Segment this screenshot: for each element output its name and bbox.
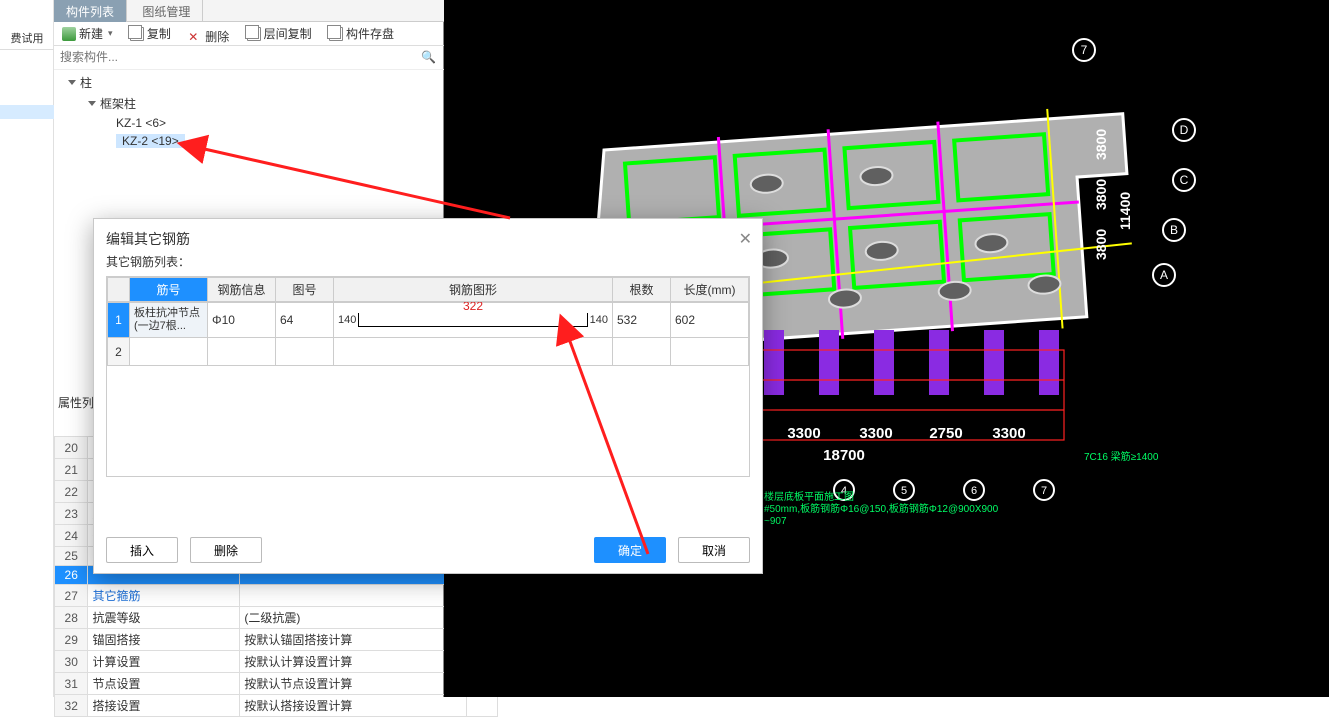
svg-text:11400: 11400 (1117, 192, 1133, 230)
property-row[interactable]: 28抗震等级(二级抗震) (55, 607, 498, 629)
far-left-strip: 费试用 (0, 0, 54, 697)
tree-node-column[interactable]: 柱 (62, 72, 436, 93)
delete-icon: ✕ (188, 30, 202, 44)
svg-text:A: A (1160, 268, 1168, 282)
new-button[interactable]: 新建▾ (58, 25, 117, 42)
property-row[interactable]: 27其它箍筋 (55, 585, 498, 607)
new-icon (62, 27, 76, 41)
col-rebar-info[interactable]: 钢筋信息 (208, 278, 276, 302)
svg-text:~907: ~907 (764, 516, 787, 527)
save-component-button[interactable]: 构件存盘 (325, 25, 398, 42)
copy-button[interactable]: 复制 (126, 25, 175, 42)
svg-text:#50mm,板筋钢筋Φ16@150,板筋钢筋Φ12@900X: #50mm,板筋钢筋Φ16@150,板筋钢筋Φ12@900X900 (764, 502, 999, 515)
svg-text:7: 7 (1081, 43, 1088, 57)
svg-text:3300: 3300 (787, 425, 820, 442)
edit-other-rebar-dialog: 编辑其它钢筋 ✕ 其它钢筋列表： 筋号 钢筋信息 图号 钢筋图形 根数 长度(m… (93, 218, 763, 574)
svg-text:3300: 3300 (859, 425, 892, 442)
panel-tabs: 构件列表 图纸管理 (54, 0, 444, 22)
rebar-row[interactable]: 2 (108, 338, 749, 366)
layer-copy-button[interactable]: 层间复制 (243, 25, 316, 42)
rebar-grid: 筋号 钢筋信息 图号 钢筋图形 根数 长度(mm) 1 板柱抗冲节点 (一边7根… (106, 276, 750, 477)
dialog-title: 编辑其它钢筋 (94, 219, 762, 253)
cell-length[interactable]: 602 (671, 303, 749, 338)
property-row[interactable]: 29锚固搭接按默认锚固搭接计算 (55, 629, 498, 651)
col-rebar-no[interactable]: 筋号 (130, 278, 208, 302)
component-toolbar: 新建▾ 复制 ✕删除 层间复制 构件存盘 (54, 22, 444, 46)
leftstrip-selection[interactable] (0, 105, 54, 119)
cell-info[interactable]: Φ10 (208, 303, 276, 338)
cell-no[interactable]: 板柱抗冲节点 (一边7根... (130, 303, 208, 338)
ok-button[interactable]: 确定 (594, 537, 666, 563)
col-fig[interactable]: 图号 (276, 278, 334, 302)
delete-row-button[interactable]: 删除 (190, 537, 262, 563)
svg-text:3300: 3300 (992, 425, 1025, 442)
svg-text:C: C (1180, 173, 1189, 187)
tree-node-frame-column[interactable]: 框架柱 (82, 93, 436, 114)
dialog-footer: 插入 删除 确定 取消 (94, 527, 762, 573)
row-number[interactable]: 1 (108, 303, 130, 338)
svg-text:3800: 3800 (1093, 129, 1109, 160)
svg-text:7C16 梁筋≥1400: 7C16 梁筋≥1400 (1084, 450, 1159, 463)
row-number[interactable]: 2 (108, 338, 130, 366)
chevron-down-icon: ▾ (108, 28, 113, 39)
tree-item-kz1[interactable]: KZ-1 <6> (110, 114, 436, 132)
layer-copy-icon (247, 27, 261, 41)
col-shape[interactable]: 钢筋图形 (334, 278, 613, 302)
svg-text:7: 7 (1041, 485, 1047, 497)
cell-count[interactable]: 532 (613, 303, 671, 338)
property-row[interactable]: 32搭接设置按默认搭接设置计算 (55, 695, 498, 717)
tree-item-kz2[interactable]: KZ-2 <19> (110, 132, 436, 150)
insert-button[interactable]: 插入 (106, 537, 178, 563)
svg-text:D: D (1180, 123, 1189, 137)
search-row: 🔍 (54, 46, 444, 70)
close-icon[interactable]: ✕ (739, 229, 752, 249)
chevron-down-icon (68, 80, 76, 85)
svg-text:3800: 3800 (1093, 179, 1109, 210)
property-row[interactable]: 30计算设置按默认计算设置计算 (55, 651, 498, 673)
cancel-button[interactable]: 取消 (678, 537, 750, 563)
search-icon[interactable]: 🔍 (421, 50, 436, 64)
search-input[interactable] (54, 46, 414, 68)
delete-button[interactable]: ✕删除 (184, 28, 233, 45)
chevron-down-icon (88, 101, 96, 106)
svg-text:6: 6 (971, 485, 977, 497)
svg-text:2750: 2750 (929, 425, 962, 442)
svg-text:3800: 3800 (1093, 229, 1109, 260)
svg-text:B: B (1170, 223, 1178, 237)
save-icon (329, 27, 343, 41)
property-row[interactable]: 31节点设置按默认节点设置计算 (55, 673, 498, 695)
cell-fig[interactable]: 64 (276, 303, 334, 338)
cell-shape[interactable]: 140 322 140 (334, 303, 613, 338)
col-length[interactable]: 长度(mm) (671, 278, 749, 302)
copy-icon (130, 27, 144, 41)
dialog-subtitle: 其它钢筋列表： (94, 253, 762, 276)
tab-drawings[interactable]: 图纸管理 (130, 0, 203, 22)
trial-label: 费试用 (0, 30, 54, 50)
svg-text:5: 5 (901, 485, 907, 497)
svg-text:楼层底板平面施工图: 楼层底板平面施工图 (764, 490, 854, 503)
col-count[interactable]: 根数 (613, 278, 671, 302)
component-tree: 柱 框架柱 KZ-1 <6> KZ-2 <19> (62, 72, 436, 150)
col-corner[interactable] (108, 278, 130, 302)
svg-text:18700: 18700 (823, 447, 865, 464)
rebar-row[interactable]: 1 板柱抗冲节点 (一边7根... Φ10 64 140 322 140 532 (108, 303, 749, 338)
tab-components[interactable]: 构件列表 (54, 0, 127, 22)
